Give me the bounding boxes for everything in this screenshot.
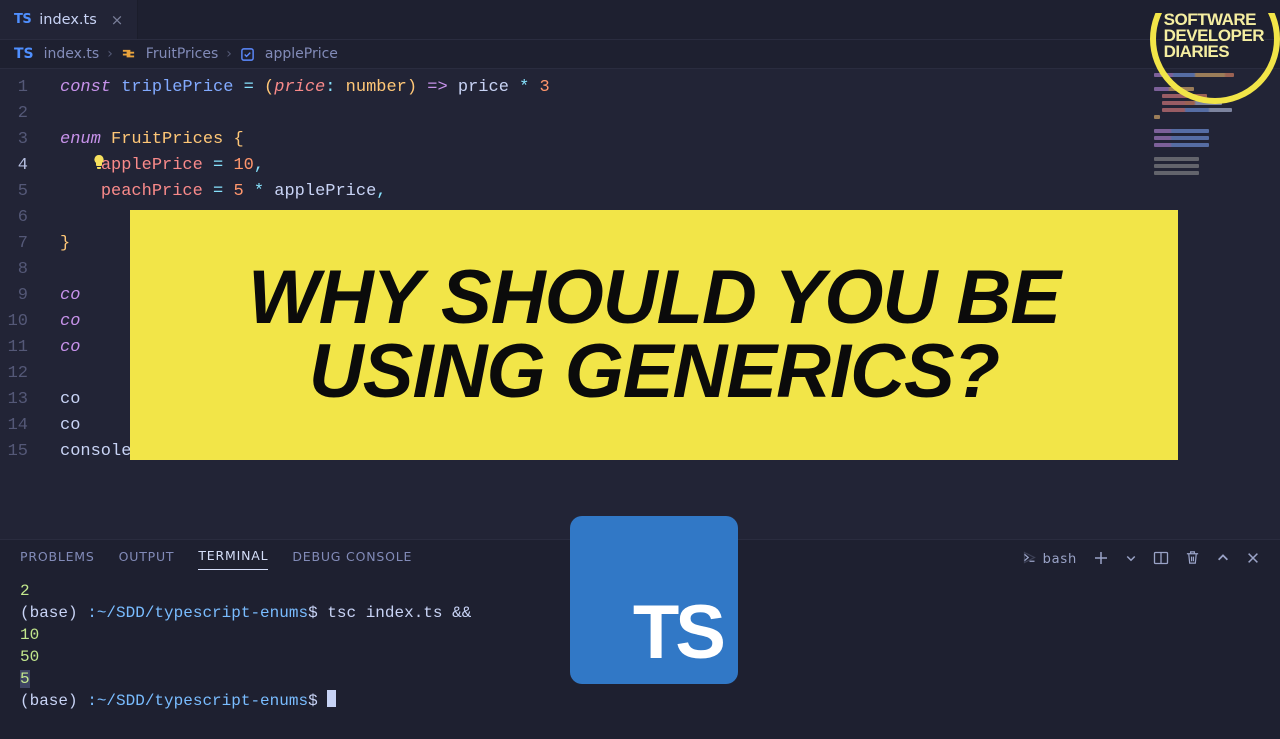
tab-debug-console[interactable]: DEBUG CONSOLE bbox=[292, 549, 412, 570]
breadcrumb-enum[interactable]: FruitPrices bbox=[146, 46, 219, 62]
split-terminal-icon[interactable] bbox=[1153, 550, 1169, 569]
ts-file-icon: TS bbox=[14, 12, 31, 27]
chevron-down-icon[interactable] bbox=[1125, 552, 1137, 567]
chevron-right-icon: › bbox=[107, 46, 113, 62]
close-icon[interactable]: × bbox=[111, 11, 124, 29]
lightbulb-icon[interactable] bbox=[90, 153, 108, 171]
chevron-right-icon: › bbox=[226, 46, 232, 62]
property-icon bbox=[240, 47, 255, 62]
tab-problems[interactable]: PROBLEMS bbox=[20, 549, 95, 570]
breadcrumb[interactable]: TS index.ts › FruitPrices › applePrice bbox=[0, 40, 1280, 69]
editor-tab[interactable]: TS index.ts × bbox=[0, 0, 138, 39]
trash-icon[interactable] bbox=[1185, 550, 1200, 568]
enum-icon bbox=[121, 47, 136, 62]
tab-filename: index.ts bbox=[39, 12, 97, 28]
breadcrumb-property[interactable]: applePrice bbox=[265, 46, 338, 62]
shell-selector[interactable]: bash bbox=[1022, 550, 1077, 569]
channel-logo: SOFTWARE DEVELOPER DIARIES bbox=[1150, 0, 1280, 104]
terminal-cursor bbox=[327, 690, 336, 707]
tab-output[interactable]: OUTPUT bbox=[119, 549, 175, 570]
typescript-logo: TS bbox=[570, 516, 738, 684]
terminal-shell-icon bbox=[1022, 550, 1037, 569]
tab-terminal[interactable]: TERMINAL bbox=[198, 548, 268, 570]
chevron-up-icon[interactable] bbox=[1216, 551, 1230, 568]
breadcrumb-file[interactable]: index.ts bbox=[44, 46, 100, 62]
new-terminal-button[interactable] bbox=[1093, 550, 1109, 569]
close-panel-icon[interactable] bbox=[1246, 551, 1260, 568]
thumbnail-headline: WHY SHOULD YOU BE USING GENERICS? bbox=[130, 210, 1178, 460]
tab-bar: TS index.ts × bbox=[0, 0, 1280, 40]
line-number-gutter: 1 2 3 4 5 6 7 8 9 10 11 12 13 14 15 bbox=[0, 69, 60, 539]
ts-file-icon: TS bbox=[14, 46, 34, 62]
